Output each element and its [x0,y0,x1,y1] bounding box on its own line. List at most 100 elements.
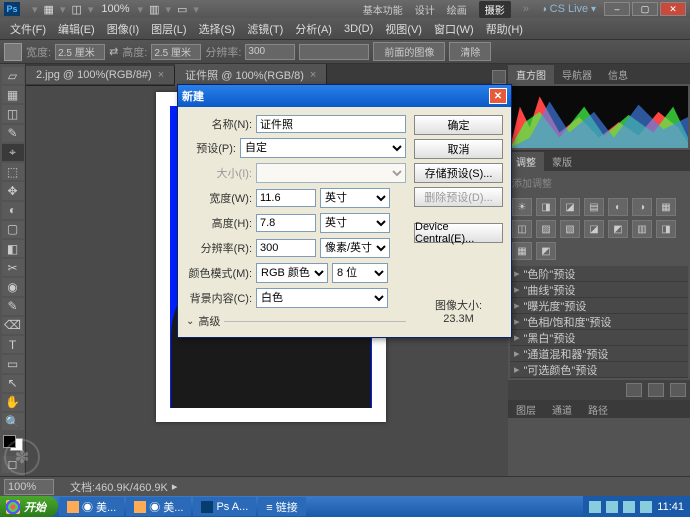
preset-item[interactable]: ▸"通道混和器"预设 [510,346,688,362]
adj-icon[interactable]: ◑ [632,198,652,216]
taskbar-item[interactable]: ◉ 美... [126,497,191,516]
menu-image[interactable]: 图像(I) [101,19,145,39]
doc-zoom[interactable]: 100% [101,3,129,15]
cancel-button[interactable]: 取消 [414,139,503,159]
adj-icon[interactable]: ◐ [608,198,628,216]
close-button[interactable]: ✕ [660,2,686,16]
height-unit-select[interactable]: 英寸 [320,213,390,233]
screen-icon[interactable]: ▭ [177,3,187,16]
menu-window[interactable]: 窗口(W) [428,19,480,39]
eraser-tool[interactable]: ✂ [2,259,24,276]
menu-3d[interactable]: 3D(D) [338,21,379,37]
history-brush-tool[interactable]: ◧ [2,240,24,257]
stamp-tool[interactable]: ▢ [2,221,24,238]
bg-select[interactable]: 白色 [256,288,388,308]
res-unit-select[interactable]: 像素/英寸 [320,238,390,258]
doc-tab[interactable]: 2.jpg @ 100%(RGB/8#)× [26,66,175,84]
adj-icon[interactable]: ◩ [608,220,628,238]
save-preset-button[interactable]: 存储预设(S)... [414,163,503,183]
lasso-tool[interactable]: ◫ [2,105,24,122]
device-central-button[interactable]: Device Central(E)... [414,223,503,243]
adj-icon[interactable]: ▨ [536,220,556,238]
resolution-unit[interactable] [299,44,369,60]
hand-tool[interactable]: ✋ [2,394,24,411]
taskbar-item[interactable]: ≡ 链接 [258,497,305,516]
preset-item[interactable]: ▸"曝光度"预设 [510,298,688,314]
minimize-button[interactable]: – [604,2,630,16]
bridge-icon[interactable]: ▦ [44,3,54,16]
taskbar-item[interactable]: ◉ 美... [59,497,124,516]
clear-button[interactable]: 清除 [449,42,491,61]
info-tab[interactable]: 信息 [600,65,636,84]
maximize-button[interactable]: ▢ [632,2,658,16]
zoom-tool[interactable]: 🔍 [2,413,24,430]
tray-icon[interactable] [640,501,652,513]
menu-analysis[interactable]: 分析(A) [289,19,338,39]
mode-select[interactable]: RGB 颜色 [256,263,328,283]
marquee-tool[interactable]: ▦ [2,86,24,103]
dlg-width-input[interactable] [256,189,316,207]
layers-tab[interactable]: 图层 [508,400,544,418]
brush-tool[interactable]: ◐ [2,202,24,219]
menu-edit[interactable]: 编辑(E) [52,19,101,39]
preset-item[interactable]: ▸"曲线"预设 [510,282,688,298]
taskbar-item[interactable]: Ps A... [193,497,256,516]
preset-item[interactable]: ▸"色阶"预设 [510,266,688,282]
adj-icon[interactable]: ☀ [512,198,532,216]
swap-icon[interactable]: ⇄ [109,45,118,58]
adj-icon[interactable]: ▧ [560,220,580,238]
resolution-input[interactable] [245,44,295,60]
mb-icon[interactable]: ◫ [71,3,81,16]
type-tool[interactable]: T [2,336,24,353]
tray-icon[interactable] [606,501,618,513]
dlg-height-input[interactable] [256,214,316,232]
dialog-titlebar[interactable]: 新建 ✕ [178,85,511,107]
doc-tab[interactable]: 证件照 @ 100%(RGB/8)× [175,64,327,86]
adj-icon[interactable]: ▥ [632,220,652,238]
eyedropper-tool[interactable]: ⬚ [2,163,24,180]
menu-view[interactable]: 视图(V) [379,19,428,39]
view-icon[interactable]: ▥ [149,3,159,16]
panel-foot-icon[interactable] [648,383,664,397]
channels-tab[interactable]: 通道 [544,400,580,418]
front-image-button[interactable]: 前面的图像 [373,42,445,61]
navigator-tab[interactable]: 导航器 [554,65,600,84]
dock-icon[interactable] [492,70,506,84]
ok-button[interactable]: 确定 [414,115,503,135]
docinfo-dropdown-icon[interactable]: ▸ [172,480,178,493]
trash-icon[interactable] [670,383,686,397]
crop-tool[interactable]: ⌖ [2,144,24,161]
histogram-tab[interactable]: 直方图 [508,65,554,84]
adj-icon[interactable]: ◨ [536,198,556,216]
dialog-close-button[interactable]: ✕ [489,88,507,104]
preset-select[interactable]: 自定 [240,138,406,158]
adj-icon[interactable]: ◩ [536,242,556,260]
masks-tab[interactable]: 蒙版 [544,152,580,171]
panel-foot-icon[interactable] [626,383,642,397]
preset-item[interactable]: ▸"色相/饱和度"预设 [510,314,688,330]
workspace-link[interactable]: 基本功能 [363,2,403,17]
tab-close-icon[interactable]: × [158,69,164,81]
dodge-tool[interactable]: ⌫ [2,317,24,334]
adjustments-tab[interactable]: 调整 [508,152,544,171]
move-tool[interactable]: ▱ [2,67,24,84]
cslive-link[interactable]: ◑ CS Live ▾ [541,3,596,15]
dlg-res-input[interactable] [256,239,316,257]
blur-tool[interactable]: ✎ [2,298,24,315]
wand-tool[interactable]: ✎ [2,125,24,142]
heal-tool[interactable]: ✥ [2,182,24,199]
shape-tool[interactable]: ↖ [2,375,24,392]
width-input[interactable] [55,44,105,60]
preset-item[interactable]: ▸"黑白"预设 [510,330,688,346]
workspace-link[interactable]: 绘画 [447,2,467,17]
preset-item[interactable]: ▸"可选颜色"预设 [510,362,688,378]
menu-layer[interactable]: 图层(L) [145,19,192,39]
name-input[interactable] [256,115,406,133]
workspace-link-active[interactable]: 摄影 [479,1,511,18]
height-input[interactable] [151,44,201,60]
adj-icon[interactable]: ▦ [512,242,532,260]
menu-file[interactable]: 文件(F) [4,19,52,39]
workspace-link[interactable]: 设计 [415,2,435,17]
width-unit-select[interactable]: 英寸 [320,188,390,208]
tab-close-icon[interactable]: × [310,69,316,81]
